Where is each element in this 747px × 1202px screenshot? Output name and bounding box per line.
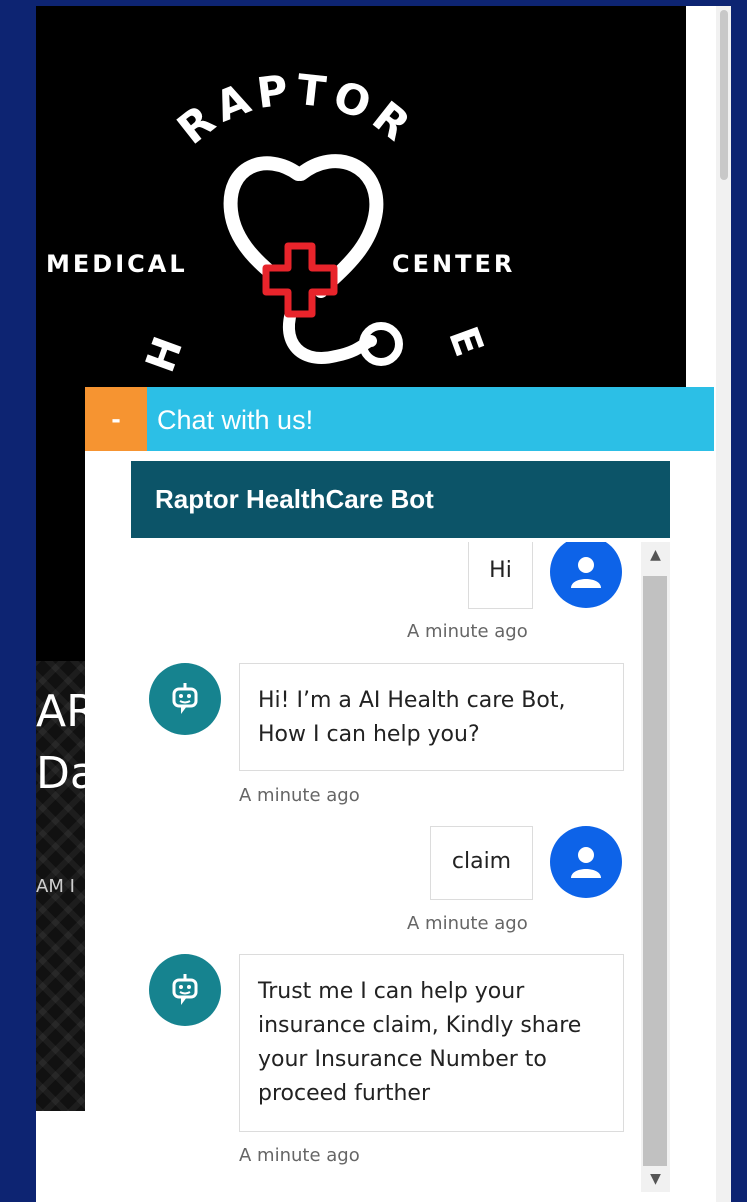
raptor-logo: RAPTOR H E bbox=[137, 65, 492, 379]
person-icon bbox=[571, 557, 601, 588]
arrow-up-icon[interactable]: ▲ bbox=[641, 542, 670, 568]
bot-message-bubble: Hi! I’m a AI Health care Bot, How I can … bbox=[239, 663, 624, 771]
hero-meta-text: AM I bbox=[36, 876, 75, 897]
message-timestamp: A minute ago bbox=[407, 913, 528, 934]
logo-right-word: CENTER bbox=[392, 250, 516, 278]
chat-header[interactable]: - Chat with us! bbox=[85, 387, 714, 451]
bot-avatar bbox=[149, 954, 221, 1026]
bot-message-bubble: Trust me I can help your insurance claim… bbox=[239, 954, 624, 1132]
person-icon bbox=[571, 847, 601, 878]
chat-header-title: Chat with us! bbox=[157, 405, 314, 435]
message-timestamp: A minute ago bbox=[239, 785, 360, 806]
conversation-panel: Hi A minute ago Hi! I’m a AI Health care… bbox=[131, 542, 670, 1192]
logo-left-word: MEDICAL bbox=[46, 250, 188, 278]
logo-top-word: RAPTOR bbox=[168, 65, 418, 154]
page-scrollbar-thumb[interactable] bbox=[720, 10, 728, 180]
conversation-scrollbar-thumb[interactable] bbox=[643, 576, 667, 1166]
user-avatar bbox=[550, 826, 622, 898]
arrow-down-icon[interactable]: ▼ bbox=[641, 1166, 670, 1192]
robot-icon bbox=[172, 974, 198, 1005]
message-timestamp: A minute ago bbox=[407, 621, 528, 642]
bot-name-banner: Raptor HealthCare Bot bbox=[131, 461, 670, 538]
user-message-bubble: claim bbox=[430, 826, 533, 900]
svg-text:H: H bbox=[137, 331, 192, 378]
page-scrollbar[interactable] bbox=[716, 6, 731, 1202]
user-avatar bbox=[550, 542, 622, 608]
svg-text:E: E bbox=[439, 321, 492, 362]
message-timestamp: A minute ago bbox=[239, 1145, 360, 1166]
bot-avatar bbox=[149, 663, 221, 735]
user-message-bubble: Hi bbox=[468, 542, 533, 609]
svg-text:RAPTOR: RAPTOR bbox=[168, 65, 424, 154]
robot-icon bbox=[172, 683, 198, 714]
chat-widget: - Chat with us! Raptor HealthCare Bot Hi… bbox=[85, 387, 714, 1202]
minimize-button[interactable]: - bbox=[85, 387, 147, 451]
